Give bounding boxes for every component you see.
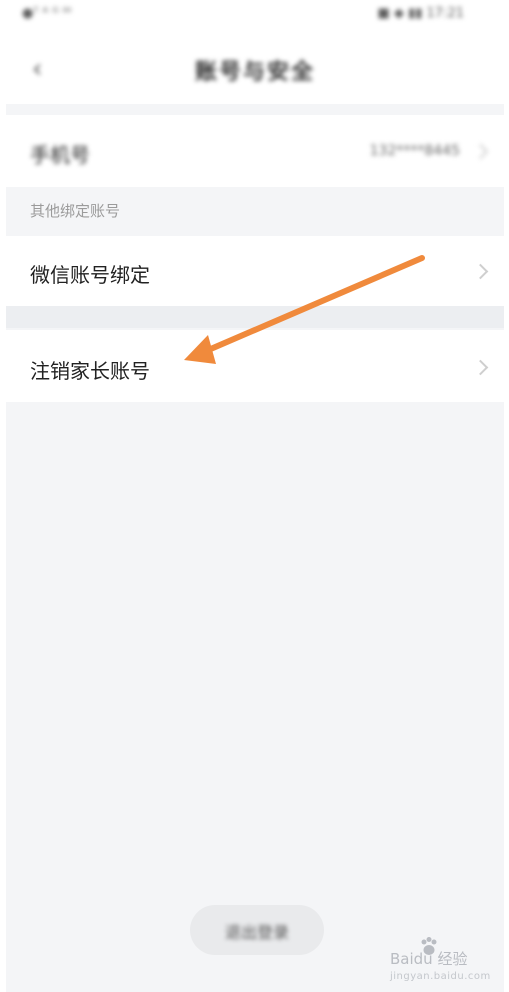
watermark-brand: Baidu 经验: [390, 950, 468, 968]
watermark-url: jingyan.baidu.com: [390, 971, 491, 982]
baidu-jingyan-watermark: Baidu 经验 jingyan.baidu.com: [390, 948, 491, 982]
annotation-arrow-icon: [184, 255, 425, 364]
